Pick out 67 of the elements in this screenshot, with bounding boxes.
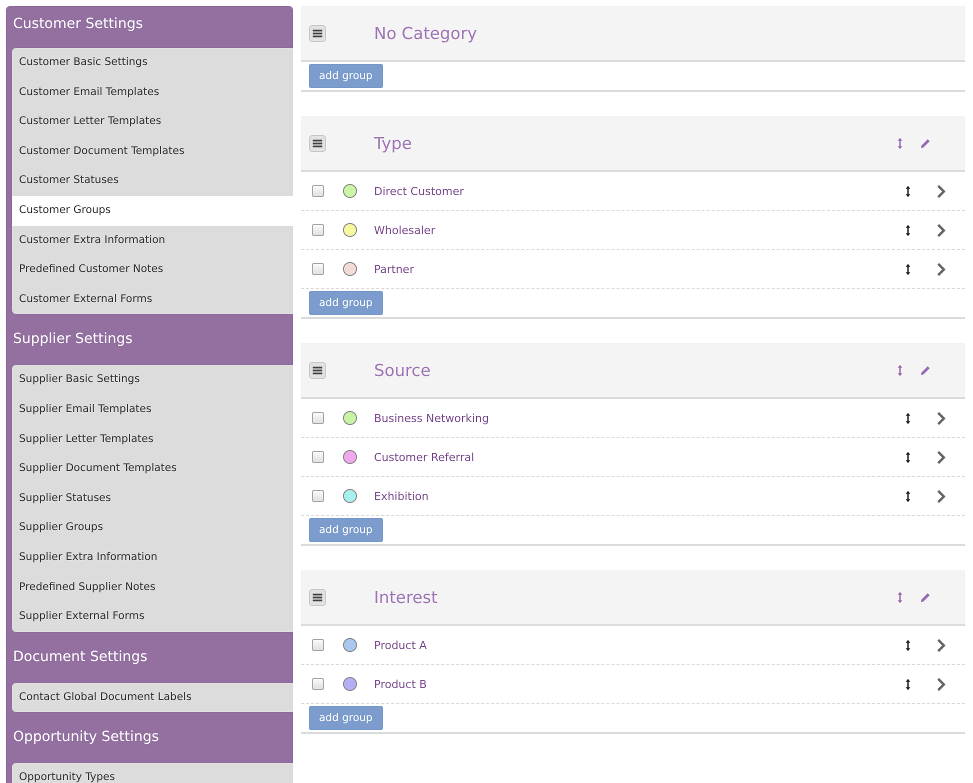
category-title: Source	[374, 360, 432, 380]
menu-icon[interactable]	[309, 134, 326, 152]
chevron-right-icon[interactable]	[936, 184, 946, 198]
group-name[interactable]: Product B	[374, 678, 904, 690]
sidebar-section-title: Opportunity Settings	[12, 728, 160, 748]
sort-icon[interactable]	[904, 678, 912, 690]
sidebar-section-title: Customer Settings	[12, 15, 144, 34]
checkbox[interactable]	[312, 490, 324, 502]
menu-icon[interactable]	[309, 24, 326, 42]
sort-icon[interactable]	[904, 412, 912, 424]
sidebar-section-title: Supplier Settings	[12, 330, 134, 350]
sidebar-item[interactable]: Customer External Forms	[12, 284, 293, 314]
group-name[interactable]: Exhibition	[374, 490, 904, 502]
pencil-icon[interactable]	[920, 364, 931, 376]
sidebar-item[interactable]: Predefined Customer Notes	[12, 255, 293, 285]
group-name[interactable]: Business Networking	[374, 412, 904, 424]
sidebar-item[interactable]: Customer Email Templates	[12, 78, 293, 108]
menu-icon[interactable]	[309, 588, 326, 606]
pencil-icon[interactable]	[920, 592, 931, 602]
category-title: Interest	[374, 588, 439, 606]
sidebar-item[interactable]: Supplier Groups	[12, 513, 293, 543]
sidebar-item[interactable]: Predefined Supplier Notes	[12, 572, 293, 602]
group-name[interactable]: Wholesaler	[374, 224, 904, 236]
checkbox[interactable]	[312, 185, 324, 197]
group-name[interactable]: Product A	[374, 638, 904, 652]
sidebar-item[interactable]: Customer Basic Settings	[12, 48, 293, 78]
sidebar-item[interactable]: Customer Groups	[12, 196, 293, 226]
group-name[interactable]: Direct Customer	[374, 184, 904, 198]
chevron-right-icon[interactable]	[936, 450, 946, 464]
sidebar-item[interactable]: Supplier Document Templates	[12, 454, 293, 484]
sort-icon[interactable]	[904, 184, 912, 198]
sidebar-section-title: Document Settings	[12, 648, 148, 667]
checkbox[interactable]	[312, 412, 324, 424]
sidebar-item[interactable]: Customer Letter Templates	[12, 107, 293, 137]
sidebar-item[interactable]: Supplier Basic Settings	[12, 365, 293, 395]
sidebar-item[interactable]: Supplier Statuses	[12, 484, 293, 514]
sidebar-item[interactable]: Customer Document Templates	[12, 136, 293, 166]
group-name[interactable]: Customer Referral	[374, 450, 904, 464]
category-title: Type	[374, 134, 413, 152]
chevron-right-icon[interactable]	[936, 410, 946, 426]
checkbox[interactable]	[312, 678, 324, 690]
sidebar-item[interactable]: Customer Statuses	[12, 166, 293, 196]
sidebar-item[interactable]: Customer Extra Information	[12, 226, 293, 256]
checkbox[interactable]	[312, 451, 324, 463]
chevron-right-icon[interactable]	[936, 638, 946, 652]
sort-icon[interactable]	[904, 450, 912, 464]
checkbox[interactable]	[312, 639, 324, 651]
sidebar-item[interactable]: Supplier Extra Information	[12, 542, 293, 572]
menu-icon[interactable]	[309, 362, 326, 378]
sort-icon[interactable]	[904, 638, 912, 652]
sidebar-item[interactable]: Supplier Letter Templates	[12, 424, 293, 454]
chevron-right-icon[interactable]	[936, 222, 946, 238]
sidebar-item[interactable]: Contact Global Document Labels	[12, 682, 293, 712]
sidebar-item[interactable]: Supplier External Forms	[12, 602, 293, 632]
sort-icon[interactable]	[904, 262, 912, 276]
checkbox[interactable]	[312, 263, 324, 275]
sort-icon[interactable]	[904, 224, 912, 236]
chevron-right-icon[interactable]	[936, 262, 946, 276]
category-title: No Category	[374, 24, 478, 42]
checkbox[interactable]	[312, 224, 324, 236]
pencil-icon[interactable]	[920, 138, 931, 148]
sidebar-item[interactable]: Supplier Email Templates	[12, 394, 293, 425]
sort-icon[interactable]	[904, 490, 912, 502]
group-name[interactable]: Partner	[374, 262, 904, 276]
chevron-right-icon[interactable]	[936, 676, 946, 692]
chevron-right-icon[interactable]	[936, 488, 946, 504]
sidebar-item[interactable]: Opportunity Types	[12, 763, 293, 783]
